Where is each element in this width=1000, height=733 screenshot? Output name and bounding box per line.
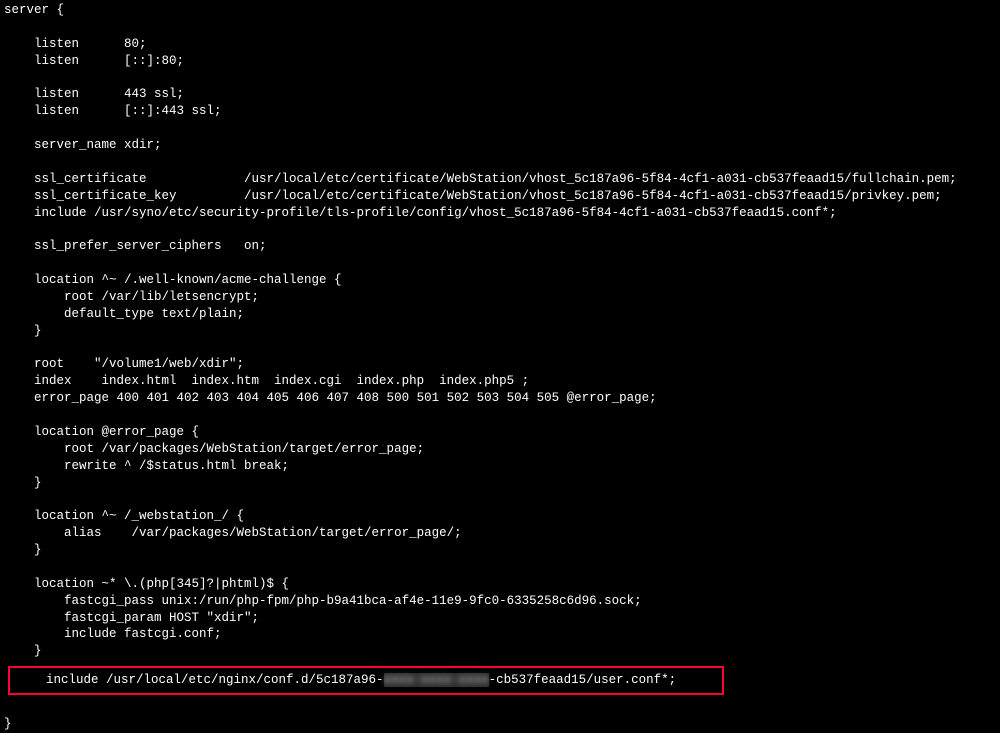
- config-line: server_name xdir;: [4, 137, 1000, 154]
- include-prefix: include /usr/local/etc/nginx/conf.d/5c18…: [16, 673, 384, 687]
- config-line: ssl_prefer_server_ciphers on;: [4, 238, 1000, 255]
- highlighted-include-line: include /usr/local/etc/nginx/conf.d/5c18…: [8, 666, 724, 695]
- blank-line: [4, 154, 1000, 171]
- config-line: default_type text/plain;: [4, 306, 1000, 323]
- config-line: root "/volume1/web/xdir";: [4, 356, 1000, 373]
- nginx-config-block: server { listen 80; listen [::]:80; list…: [0, 0, 1000, 733]
- config-line: fastcgi_pass unix:/run/php-fpm/php-b9a41…: [4, 593, 1000, 610]
- config-line: ssl_certificate /usr/local/etc/certifica…: [4, 171, 1000, 188]
- config-line: location @error_page {: [4, 424, 1000, 441]
- config-line: location ^~ /.well-known/acme-challenge …: [4, 272, 1000, 289]
- config-line: location ~* \.(php[345]?|phtml)$ {: [4, 576, 1000, 593]
- config-line: }: [4, 323, 1000, 340]
- config-line: error_page 400 401 402 403 404 405 406 4…: [4, 390, 1000, 407]
- config-line: root /var/packages/WebStation/target/err…: [4, 441, 1000, 458]
- config-line: alias /var/packages/WebStation/target/er…: [4, 525, 1000, 542]
- config-line: }: [4, 643, 1000, 660]
- redacted-segment: xxxx-xxxx-xxxx: [384, 673, 489, 687]
- config-line: rewrite ^ /$status.html break;: [4, 458, 1000, 475]
- config-line: }: [4, 716, 1000, 733]
- blank-line: [4, 19, 1000, 36]
- config-line: server {: [4, 2, 1000, 19]
- config-line: include fastcgi.conf;: [4, 626, 1000, 643]
- config-line: ssl_certificate_key /usr/local/etc/certi…: [4, 188, 1000, 205]
- blank-line: [4, 70, 1000, 87]
- config-line: listen [::]:443 ssl;: [4, 103, 1000, 120]
- config-line: location ^~ /_webstation_/ {: [4, 508, 1000, 525]
- blank-line: [4, 559, 1000, 576]
- include-suffix: -cb537feaad15/user.conf*;: [489, 673, 677, 687]
- config-line: fastcgi_param HOST "xdir";: [4, 610, 1000, 627]
- blank-line: [4, 491, 1000, 508]
- blank-line: [4, 407, 1000, 424]
- config-line: }: [4, 475, 1000, 492]
- config-line: listen 443 ssl;: [4, 86, 1000, 103]
- config-line: listen 80;: [4, 36, 1000, 53]
- config-line: include /usr/syno/etc/security-profile/t…: [4, 205, 1000, 222]
- config-line-include-user: include /usr/local/etc/nginx/conf.d/5c18…: [16, 672, 716, 689]
- config-line: }: [4, 542, 1000, 559]
- config-line: listen [::]:80;: [4, 53, 1000, 70]
- config-line: index index.html index.htm index.cgi ind…: [4, 373, 1000, 390]
- blank-line: [4, 221, 1000, 238]
- blank-line: [4, 340, 1000, 357]
- blank-line: [4, 120, 1000, 137]
- blank-line: [4, 699, 1000, 716]
- config-line: root /var/lib/letsencrypt;: [4, 289, 1000, 306]
- blank-line: [4, 255, 1000, 272]
